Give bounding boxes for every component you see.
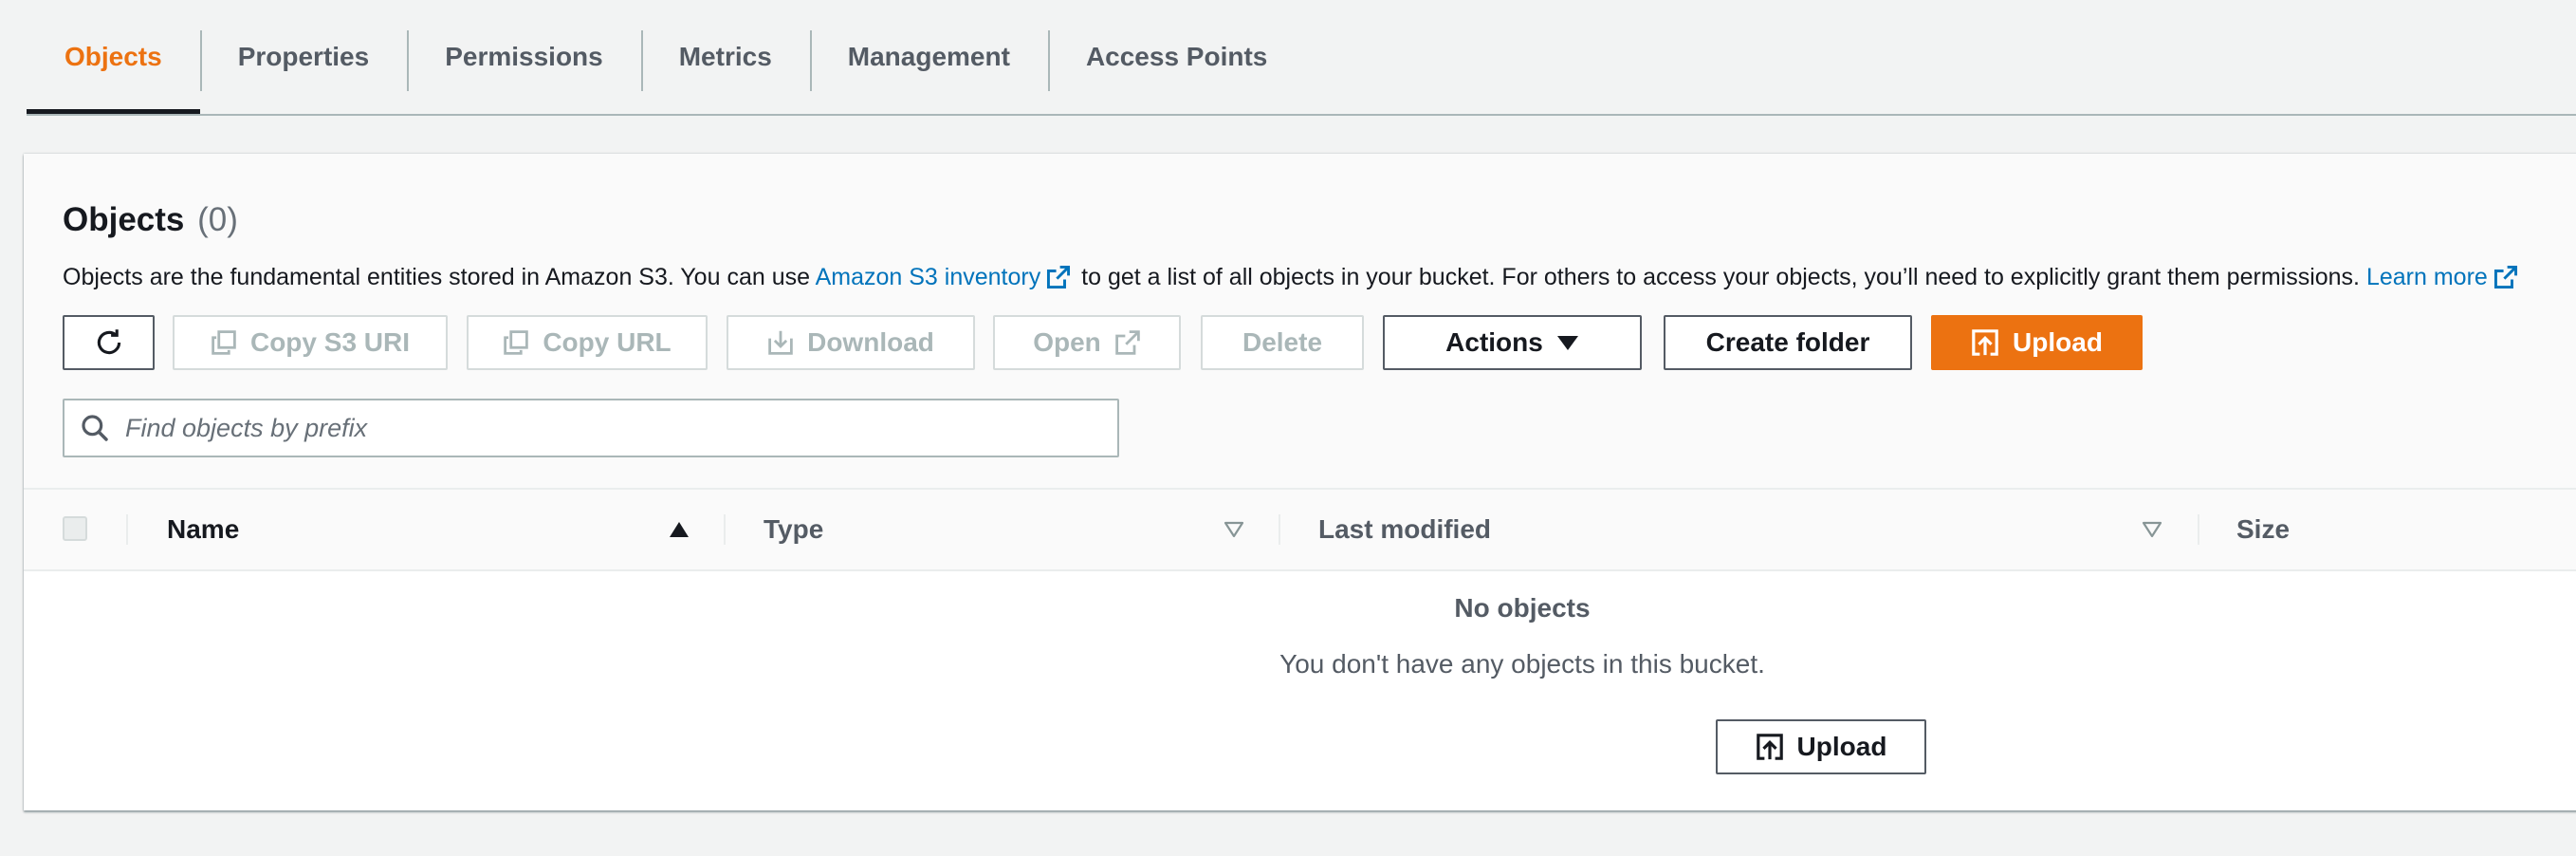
search-input[interactable] — [123, 412, 1076, 444]
objects-description: Objects are the fundamental entities sto… — [63, 264, 2522, 291]
open-label: Open — [1033, 327, 1101, 357]
objects-container: Objects (0) Objects are the fundamental … — [24, 154, 2576, 810]
tab-properties[interactable]: Properties — [199, 0, 408, 114]
column-name-label: Name — [167, 514, 240, 544]
create-folder-label: Create folder — [1705, 327, 1870, 357]
empty-state-upload-label: Upload — [1796, 732, 1887, 761]
copy-icon — [212, 330, 236, 355]
select-all-checkbox[interactable] — [63, 516, 87, 541]
inventory-link-label: Amazon S3 inventory — [815, 264, 1041, 290]
download-icon — [768, 330, 793, 355]
external-link-icon — [1115, 330, 1140, 355]
search-icon — [82, 415, 108, 441]
tab-access-points[interactable]: Access Points — [1047, 0, 1305, 114]
refresh-button[interactable] — [63, 315, 155, 370]
refresh-icon — [97, 329, 120, 355]
external-link-icon — [2493, 265, 2517, 289]
upload-icon — [1756, 734, 1783, 760]
empty-state: No objects You don't have any objects in… — [1048, 592, 1996, 680]
objects-count: (0) — [197, 201, 238, 238]
empty-state-upload-button[interactable]: Upload — [1716, 719, 1926, 774]
column-header-name[interactable]: Name — [167, 490, 239, 569]
tab-bar-divider — [27, 114, 2576, 116]
sort-ascending-icon[interactable] — [669, 520, 690, 539]
copy-url-button[interactable]: Copy URL — [467, 315, 708, 370]
tab-bar: Objects Properties Permissions Metrics M… — [27, 0, 1305, 114]
column-separator — [126, 514, 128, 545]
open-button[interactable]: Open — [993, 315, 1181, 370]
upload-button[interactable]: Upload — [1931, 315, 2143, 370]
delete-button[interactable]: Delete — [1201, 315, 1364, 370]
actions-dropdown[interactable]: Actions — [1383, 315, 1642, 370]
copy-s3-uri-label: Copy S3 URI — [249, 327, 411, 357]
tab-metrics[interactable]: Metrics — [640, 0, 810, 114]
sort-icon[interactable] — [1224, 520, 1244, 539]
upload-icon — [1972, 329, 1998, 356]
search-box[interactable] — [63, 399, 1119, 457]
objects-title: Objects — [63, 201, 185, 238]
column-header-size[interactable]: Size — [2236, 490, 2290, 569]
column-separator — [724, 514, 726, 545]
learn-more-link[interactable]: Learn more — [2366, 264, 2522, 290]
create-folder-button[interactable]: Create folder — [1664, 315, 1912, 370]
objects-header: Objects (0) Objects are the fundamental … — [24, 154, 2576, 490]
column-header-last-modified[interactable]: Last modified — [1318, 490, 1491, 569]
page-title: Objects (0) — [63, 201, 238, 239]
copy-s3-uri-button[interactable]: Copy S3 URI — [173, 315, 448, 370]
column-last-modified-label: Last modified — [1318, 514, 1492, 544]
description-text-start: Objects are the fundamental entities sto… — [63, 264, 816, 290]
inventory-link[interactable]: Amazon S3 inventory — [816, 264, 1076, 290]
tab-management[interactable]: Management — [809, 0, 1048, 114]
download-button[interactable]: Download — [727, 315, 975, 370]
empty-state-title: No objects — [1454, 593, 1591, 623]
table-header: Name Type Last modified Size — [24, 490, 2576, 571]
tab-permissions[interactable]: Permissions — [407, 0, 641, 114]
empty-state-description: You don't have any objects in this bucke… — [1279, 649, 1765, 679]
column-separator — [2198, 514, 2199, 545]
caret-down-icon — [1556, 336, 1578, 350]
column-header-type[interactable]: Type — [764, 490, 823, 569]
delete-label: Delete — [1242, 327, 1323, 357]
column-type-label: Type — [764, 514, 824, 544]
column-separator — [1279, 514, 1280, 545]
description-text-end: to get a list of all objects in your buc… — [1075, 264, 2366, 290]
sort-icon[interactable] — [2142, 520, 2162, 539]
upload-label: Upload — [2013, 327, 2103, 357]
external-link-icon — [1047, 265, 1071, 289]
copy-url-label: Copy URL — [543, 327, 672, 357]
tab-objects[interactable]: Objects — [27, 0, 200, 114]
copy-icon — [504, 330, 529, 355]
download-label: Download — [807, 327, 934, 357]
actions-label: Actions — [1445, 327, 1543, 357]
learn-more-label: Learn more — [2365, 264, 2488, 290]
column-size-label: Size — [2236, 514, 2291, 544]
